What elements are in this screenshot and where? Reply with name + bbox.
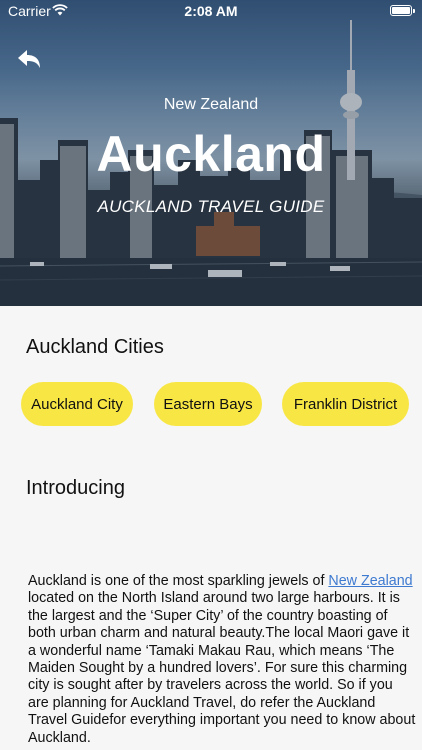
back-button[interactable] (14, 46, 44, 72)
intro-section-title: Introducing (26, 477, 125, 499)
hero-subtitle: AUCKLAND TRAVEL GUIDE (97, 197, 325, 216)
cities-section-title: Auckland Cities (26, 336, 164, 358)
city-chip-auckland-city[interactable]: Auckland City (21, 382, 133, 426)
status-bar: Carrier 2:08 AM (0, 0, 422, 22)
new-zealand-link[interactable]: New Zealand (328, 573, 412, 589)
city-chip-franklin-district[interactable]: Franklin District (282, 382, 409, 426)
hero-banner: Carrier 2:08 AM New Zealand Auckland AUC… (0, 0, 422, 306)
city-chip-list: Auckland City Eastern Bays Franklin Dist… (0, 382, 422, 426)
back-arrow-icon (18, 50, 40, 68)
hero-title: Auckland (96, 126, 326, 182)
battery-icon (390, 5, 415, 16)
intro-text-start: Auckland is one of the most sparkling je… (28, 573, 329, 589)
status-time: 2:08 AM (184, 3, 238, 19)
hero-country: New Zealand (163, 96, 259, 113)
intro-text-rest: located on the North Island around two l… (28, 590, 416, 746)
city-chip-eastern-bays[interactable]: Eastern Bays (154, 382, 262, 426)
intro-paragraph: Auckland is one of the most sparkling je… (28, 573, 416, 747)
